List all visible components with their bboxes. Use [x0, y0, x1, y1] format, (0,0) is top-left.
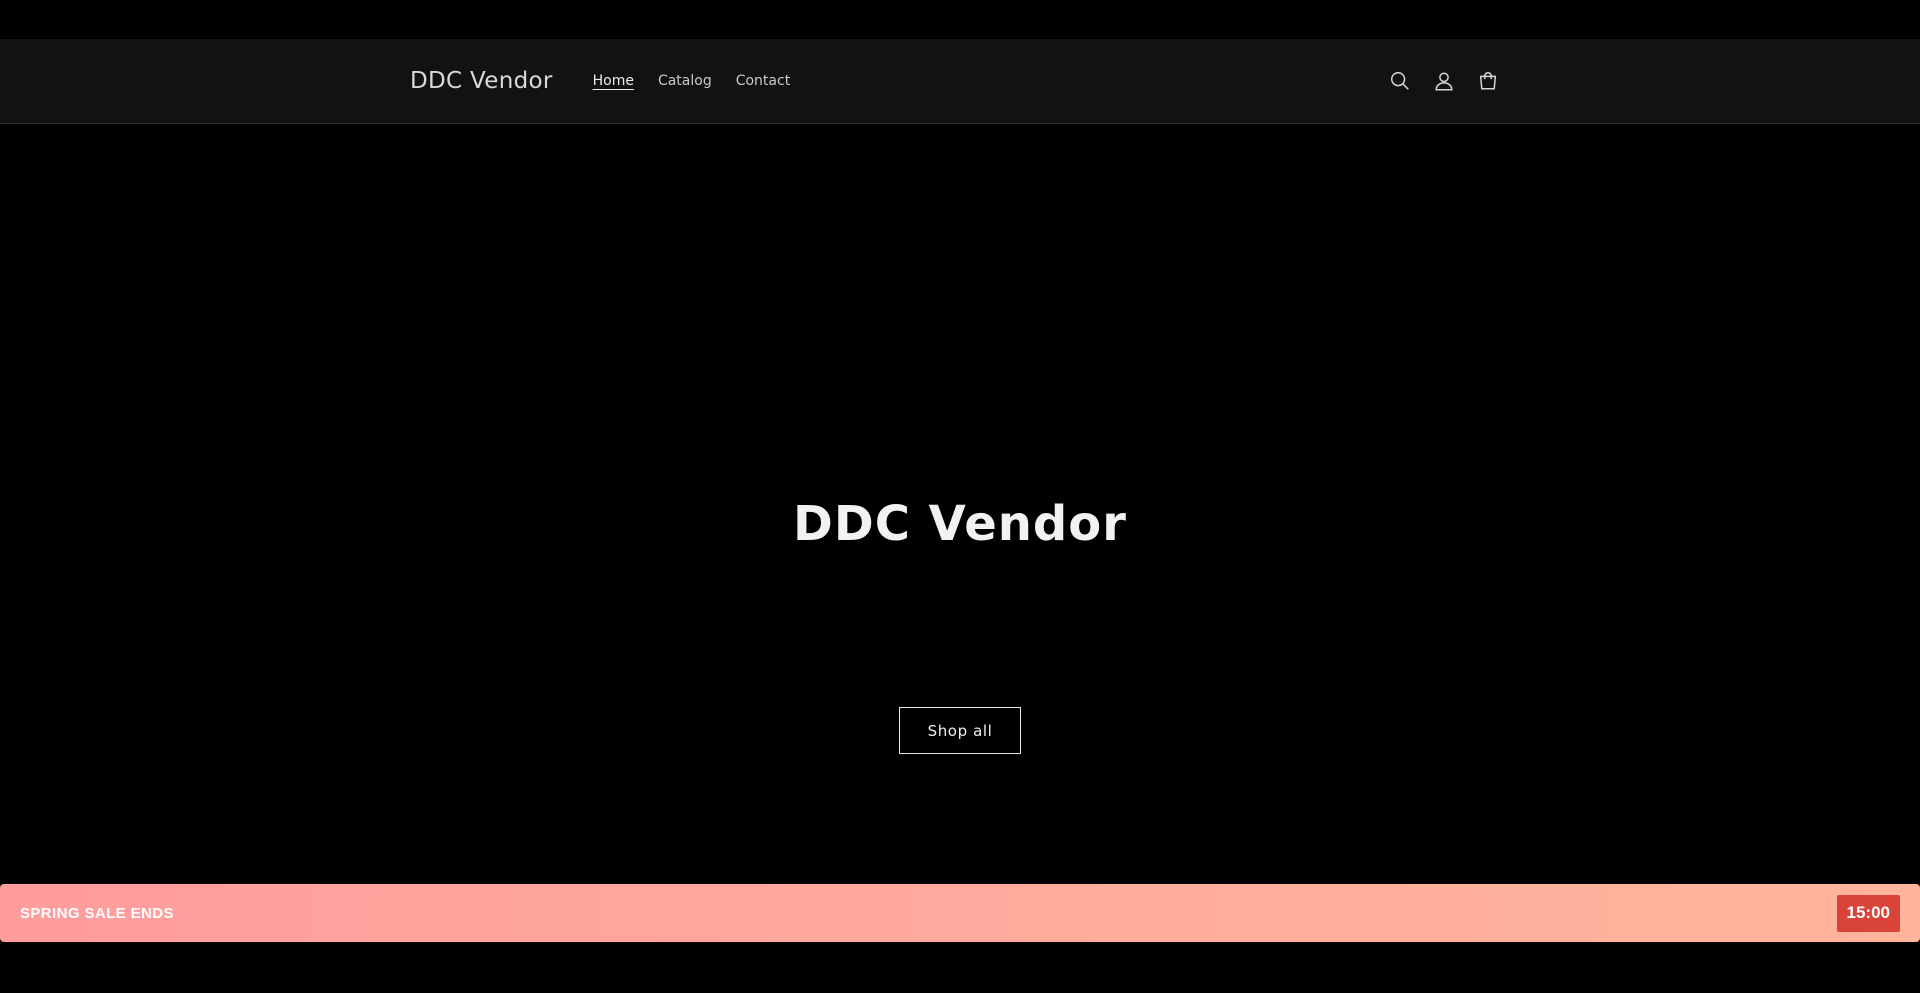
search-icon: [1391, 72, 1409, 90]
hero-title: DDC Vendor: [793, 496, 1127, 552]
nav-catalog[interactable]: Catalog: [658, 73, 712, 89]
sale-timer: 15:00: [1836, 894, 1900, 932]
account-icon: [1435, 72, 1453, 91]
header-icons: [1378, 59, 1510, 103]
cart-icon: [1479, 72, 1497, 90]
shop-all-button[interactable]: Shop all: [899, 707, 1021, 754]
nav-home[interactable]: Home: [593, 73, 634, 89]
main-nav: Home Catalog Contact: [593, 73, 815, 89]
top-strip: [0, 0, 1920, 39]
cart-button[interactable]: [1466, 59, 1510, 103]
sale-countdown-bar[interactable]: SPRING SALE ENDS 15:00: [0, 884, 1920, 942]
account-button[interactable]: [1422, 59, 1466, 103]
site-header: DDC Vendor Home Catalog Contact: [0, 39, 1920, 124]
search-button[interactable]: [1378, 59, 1422, 103]
site-logo[interactable]: DDC Vendor: [410, 68, 553, 94]
sale-text: SPRING SALE ENDS: [20, 904, 174, 922]
header-inner: DDC Vendor Home Catalog Contact: [410, 39, 1510, 123]
nav-contact[interactable]: Contact: [736, 73, 790, 89]
bottom-strip: [0, 942, 1920, 993]
